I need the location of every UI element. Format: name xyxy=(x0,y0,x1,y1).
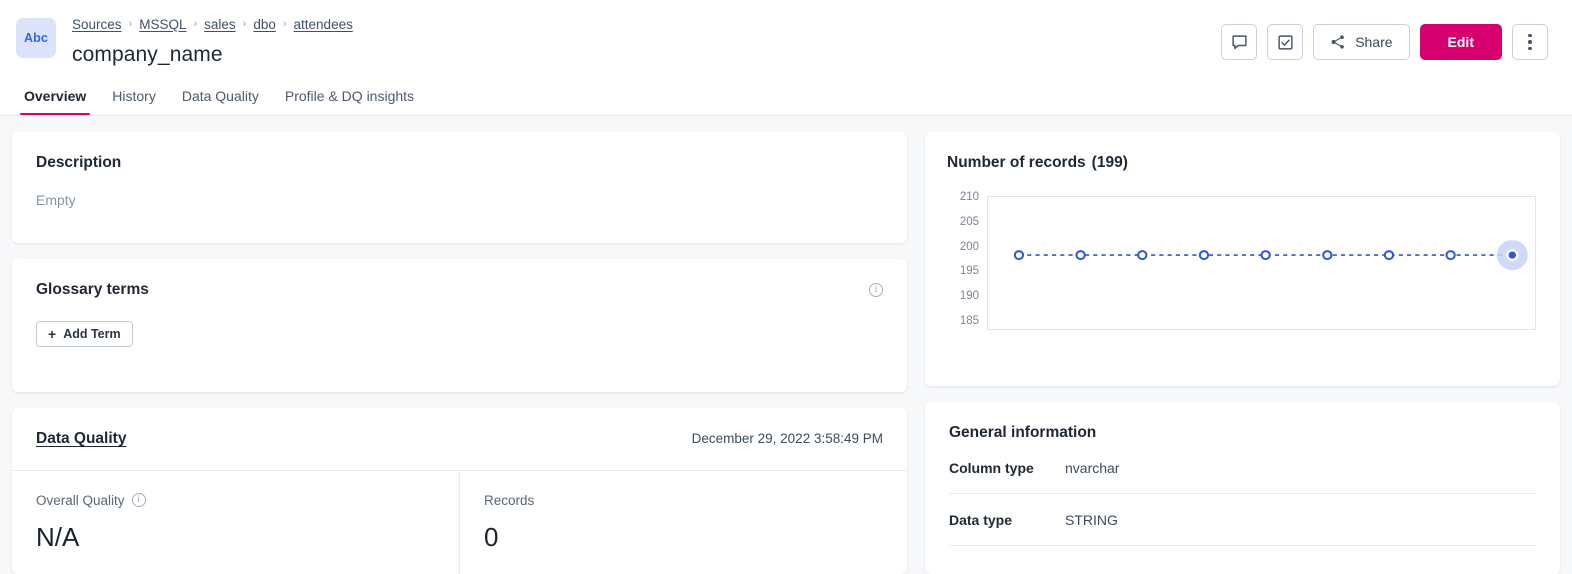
y-tick-210: 210 xyxy=(959,191,979,203)
comment-button[interactable] xyxy=(1221,24,1258,60)
data-quality-metrics: Overall Quality i N/A Records 0 xyxy=(12,470,907,574)
y-tick-190: 190 xyxy=(959,290,979,303)
breadcrumb-separator-icon: › xyxy=(128,18,133,30)
add-term-label: Add Term xyxy=(63,327,121,342)
general-info-row-column-type: Column type nvarchar xyxy=(949,442,1536,494)
breadcrumb-item-attendees[interactable]: attendees xyxy=(294,17,353,32)
data-quality-link[interactable]: Data Quality xyxy=(36,430,126,448)
metric-records: Records 0 xyxy=(459,470,907,574)
breadcrumb-separator-icon: › xyxy=(242,18,247,30)
metric-overall-quality-label: Overall Quality xyxy=(36,492,125,508)
chart-area: 210 205 200 195 190 185 xyxy=(947,191,1536,330)
breadcrumb-item-dbo[interactable]: dbo xyxy=(253,17,276,32)
chart-data-point[interactable] xyxy=(1383,250,1395,261)
chart-data-point[interactable] xyxy=(1075,250,1086,261)
data-quality-timestamp: December 29, 2022 3:58:49 PM xyxy=(691,431,883,447)
breadcrumb-separator-icon: › xyxy=(282,18,287,30)
general-information-title: General information xyxy=(949,424,1097,441)
breadcrumb: Sources › MSSQL › sales › dbo › attendee… xyxy=(72,14,1221,34)
glossary-header: Glossary terms i xyxy=(36,281,883,299)
metric-records-label-row: Records xyxy=(484,493,883,508)
records-line-chart xyxy=(1013,240,1528,271)
page-title: company_name xyxy=(72,43,223,66)
chart-y-axis: 210 205 200 195 190 185 xyxy=(947,191,987,330)
chart-record-count: (199) xyxy=(1091,154,1128,171)
more-options-button[interactable] xyxy=(1512,24,1548,60)
column-type-badge-label: Abc xyxy=(24,31,48,45)
tab-data-quality[interactable]: Data Quality xyxy=(170,76,271,115)
chart-data-point[interactable] xyxy=(1198,250,1210,261)
breadcrumb-separator-icon: › xyxy=(193,18,198,30)
general-info-value: STRING xyxy=(1065,511,1118,528)
metric-records-value: 0 xyxy=(484,521,499,552)
number-of-records-card: Number of records (199) 210 205 200 195 1… xyxy=(925,132,1560,386)
general-information-card: General information Column type nvarchar… xyxy=(925,402,1560,574)
page-body: Description Empty Glossary terms i + Add… xyxy=(0,116,1572,574)
share-button[interactable]: Share xyxy=(1313,24,1410,60)
share-nodes-icon xyxy=(1331,35,1345,49)
general-info-key: Column type xyxy=(949,459,1034,476)
breadcrumb-item-sources[interactable]: Sources xyxy=(72,17,122,32)
chart-title-text: Number of records xyxy=(947,154,1086,171)
column-type-badge: Abc xyxy=(16,18,56,58)
data-quality-header: Data Quality December 29, 2022 3:58:49 P… xyxy=(12,408,907,471)
metric-records-label: Records xyxy=(484,492,535,508)
chart-title: Number of records (199) xyxy=(947,154,1536,172)
edit-button[interactable]: Edit xyxy=(1419,24,1502,60)
y-tick-200: 200 xyxy=(959,240,979,253)
breadcrumb-item-sales[interactable]: sales xyxy=(204,17,236,32)
page-root: Abc Sources › MSSQL › sales › dbo › atte… xyxy=(0,0,1572,574)
left-column: Description Empty Glossary terms i + Add… xyxy=(12,132,907,574)
checkbox-check-icon xyxy=(1278,34,1293,50)
chart-data-point[interactable] xyxy=(1260,250,1271,261)
metric-overall-quality-value: N/A xyxy=(36,521,80,552)
chart-data-point[interactable] xyxy=(1322,250,1333,261)
description-card: Description Empty xyxy=(12,132,907,244)
description-title: Description xyxy=(36,154,122,171)
comment-icon xyxy=(1232,34,1247,49)
chart-data-point[interactable] xyxy=(1013,250,1025,261)
tab-profile-dq-insights[interactable]: Profile & DQ insights xyxy=(273,76,426,115)
chart-data-point-active[interactable] xyxy=(1508,251,1517,259)
share-button-label: Share xyxy=(1355,34,1393,50)
title-block: Sources › MSSQL › sales › dbo › attendee… xyxy=(72,10,1221,67)
page-header: Abc Sources › MSSQL › sales › dbo › atte… xyxy=(0,0,1572,76)
tab-history[interactable]: History xyxy=(100,76,168,115)
info-circle-icon[interactable]: i xyxy=(131,493,146,508)
right-column: Number of records (199) 210 205 200 195 1… xyxy=(925,132,1560,574)
y-tick-195: 195 xyxy=(959,265,979,278)
tab-overview[interactable]: Overview xyxy=(12,76,98,115)
glossary-title: Glossary terms xyxy=(36,281,149,299)
kebab-menu-icon xyxy=(1528,33,1532,51)
plus-icon: + xyxy=(48,326,57,343)
general-info-value: nvarchar xyxy=(1065,459,1120,476)
glossary-terms-card: Glossary terms i + Add Term xyxy=(12,259,907,392)
y-tick-185: 185 xyxy=(959,314,979,327)
chart-data-point[interactable] xyxy=(1137,250,1148,261)
chart-plot-area[interactable] xyxy=(987,196,1536,330)
info-circle-icon[interactable]: i xyxy=(869,283,883,298)
description-value: Empty xyxy=(36,192,76,208)
add-term-button[interactable]: + Add Term xyxy=(36,321,133,348)
data-quality-card: Data Quality December 29, 2022 3:58:49 P… xyxy=(12,407,907,574)
breadcrumb-item-mssql[interactable]: MSSQL xyxy=(139,17,186,32)
task-button[interactable] xyxy=(1267,24,1304,60)
tab-bar: Overview History Data Quality Profile & … xyxy=(0,76,1572,116)
metric-overall-quality-label-row: Overall Quality i xyxy=(36,493,435,508)
header-actions: Share Edit xyxy=(1221,10,1548,60)
metric-overall-quality: Overall Quality i N/A xyxy=(12,471,459,574)
chart-data-point[interactable] xyxy=(1445,250,1456,261)
general-info-row-data-type: Data type STRING xyxy=(949,494,1536,546)
general-info-key: Data type xyxy=(949,511,1013,528)
y-tick-205: 205 xyxy=(959,215,979,228)
